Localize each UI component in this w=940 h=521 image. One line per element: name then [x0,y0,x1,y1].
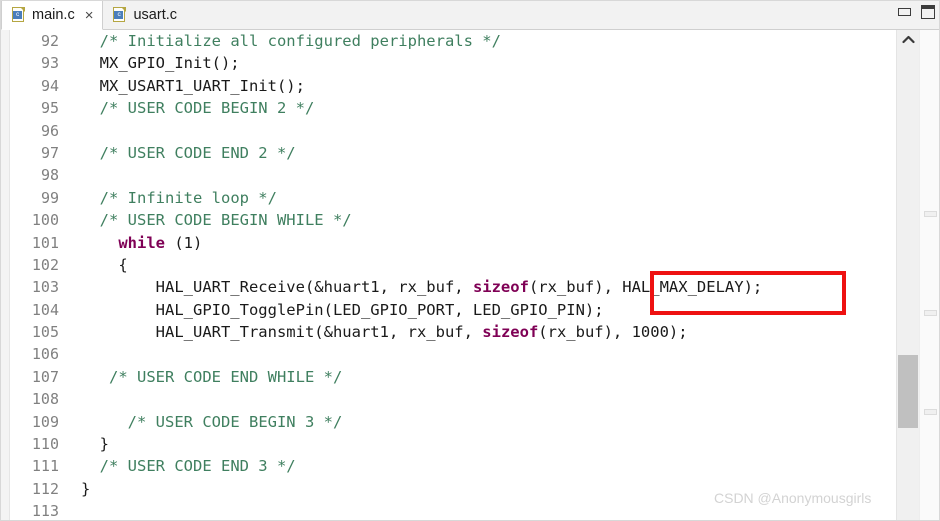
comment-token: /* USER CODE END WHILE */ [109,367,343,386]
code-line[interactable]: } [68,433,896,455]
code-line[interactable]: /* USER CODE BEGIN WHILE */ [68,209,896,231]
chevron-up-icon[interactable] [897,30,919,49]
code-line[interactable]: MX_USART1_UART_Init(); [68,75,896,97]
line-number: 109 [31,412,59,431]
line-number: 105 [31,323,59,342]
code-line[interactable]: /* USER CODE BEGIN 2 */ [68,97,896,119]
code-line[interactable]: HAL_UART_Transmit(&huart1, rx_buf, sizeo… [68,321,896,343]
c-file-icon: c [12,7,26,23]
comment-token: /* USER CODE END 2 */ [99,143,296,162]
line-number: 107 [31,367,59,386]
code-line[interactable] [68,500,896,520]
window-controls [898,5,935,19]
line-number: 103 [31,278,59,297]
code-line[interactable]: HAL_GPIO_TogglePin(LED_GPIO_PORT, LED_GP… [68,299,896,321]
keyword-token: sizeof [472,278,529,297]
tab-label-usart-c: usart.c [133,6,177,23]
overview-marker[interactable] [924,211,937,217]
line-number: 100 [31,211,59,230]
line-number: 113 [31,502,59,521]
line-number: 94 [40,76,59,95]
comment-token: /* USER CODE BEGIN 2 */ [99,99,315,118]
line-number: 111 [31,457,59,476]
comment-token: /* Infinite loop */ [99,188,277,207]
code-token: (1) [165,233,203,252]
code-line[interactable]: /* Infinite loop */ [68,187,896,209]
code-line[interactable] [68,164,896,186]
code-token: } [81,479,91,498]
code-line[interactable]: /* USER CODE END WHILE */ [68,366,896,388]
c-file-icon: c [113,7,127,23]
line-number: 95 [40,99,59,118]
overview-ruler[interactable] [919,30,939,520]
code-line[interactable]: { [68,254,896,276]
source-code-area[interactable]: /* Initialize all configured peripherals… [68,30,896,520]
line-number: 93 [40,54,59,73]
line-number: 101 [31,233,59,252]
code-line[interactable]: /* Initialize all configured peripherals… [68,30,896,52]
editor-body: 92 93 94 95 96 97 98 99 100 101 102 103 104 105 106 107… [1,30,939,521]
line-number: 98 [40,166,59,185]
line-number: 110 [31,435,59,454]
annotation-ruler[interactable] [1,30,10,520]
close-icon[interactable]: × [85,8,94,23]
code-line[interactable]: /* USER CODE END 3 */ [68,455,896,477]
keyword-token: sizeof [482,323,539,342]
code-line[interactable]: while (1) [68,232,896,254]
maximize-icon[interactable] [921,5,935,19]
tab-usart-c[interactable]: c usart.c [103,1,186,29]
tab-main-c[interactable]: c main.c × [1,1,104,30]
line-number: 112 [31,479,59,498]
line-number: 102 [31,255,59,274]
line-number: 96 [40,121,59,140]
line-number: 106 [31,345,59,364]
code-editor-window: c main.c × c usart.c 92 93 94 95 96 97 98 99 100… [0,0,940,521]
code-token: } [81,435,109,454]
line-number: 108 [31,390,59,409]
comment-token: /* Initialize all configured peripherals… [99,32,501,50]
line-number: 97 [40,143,59,162]
code-line[interactable]: HAL_UART_Receive(&huart1, rx_buf, sizeof… [68,276,896,298]
line-number: 104 [31,300,59,319]
code-line[interactable] [68,388,896,410]
code-token: MX_GPIO_Init(); [81,54,240,73]
line-number-gutter: 92 93 94 95 96 97 98 99 100 101 102 103 104 105 106 107… [11,30,68,521]
scrollbar-thumb[interactable] [898,355,918,428]
comment-token: /* USER CODE BEGIN 3 */ [127,412,343,431]
code-line[interactable] [68,343,896,365]
code-token: HAL_UART_Transmit(&huart1, rx_buf, [81,323,483,342]
line-number: 92 [40,32,59,50]
keyword-token: while [118,233,165,252]
code-token: (rx_buf), HAL_MAX_DELAY); [528,278,763,297]
comment-token: /* USER CODE END 3 */ [99,457,296,476]
editor-tab-bar: c main.c × c usart.c [1,1,939,30]
line-number: 99 [40,188,59,207]
code-line[interactable] [68,120,896,142]
code-token: { [81,255,128,274]
comment-token: /* USER CODE BEGIN WHILE */ [99,211,352,230]
code-line[interactable]: /* USER CODE BEGIN 3 */ [68,411,896,433]
vertical-scrollbar[interactable] [896,30,919,520]
overview-marker[interactable] [924,310,937,316]
code-line[interactable]: MX_GPIO_Init(); [68,52,896,74]
code-line[interactable]: } [68,478,896,500]
code-token: MX_USART1_UART_Init(); [81,76,305,95]
code-token: HAL_UART_Receive(&huart1, rx_buf, [81,278,473,297]
code-line[interactable]: /* USER CODE END 2 */ [68,142,896,164]
overview-marker[interactable] [924,409,937,415]
code-token: HAL_GPIO_TogglePin(LED_GPIO_PORT, LED_GP… [81,300,604,319]
code-token: (rx_buf), 1000); [538,323,688,342]
minimize-icon[interactable] [898,8,911,16]
tab-label-main-c: main.c [32,6,75,23]
